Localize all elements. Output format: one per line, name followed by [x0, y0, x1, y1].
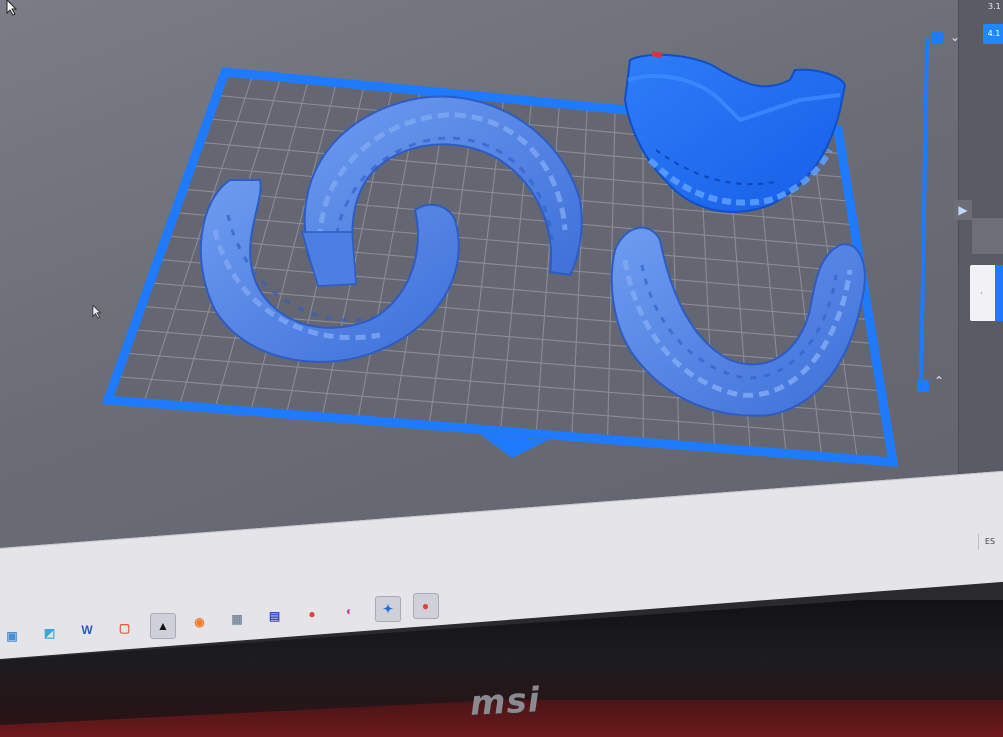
notes-app-icon[interactable]: ◩ [38, 621, 62, 645]
chrome-app-icon-2[interactable]: ● [412, 593, 439, 620]
chevron-up-icon[interactable]: ⌃ [934, 374, 944, 388]
paint-app-icon[interactable]: ◐ [338, 599, 362, 623]
mouse-cursor-icon-2 [92, 305, 102, 319]
layer-slider-top-handle[interactable] [931, 32, 943, 44]
slicer-app-icon[interactable]: ▲ [150, 612, 176, 639]
brand-logo: msi [469, 680, 542, 724]
chrome-app-icon[interactable]: ● [300, 602, 324, 626]
layer-current-value[interactable]: 4.1 [983, 24, 1003, 44]
panel-control[interactable] [972, 218, 1003, 254]
image-viewer-app-icon[interactable]: ▢ [113, 616, 137, 640]
save-app-icon[interactable]: ▤ [263, 604, 287, 628]
play-icon[interactable]: ▶ [954, 200, 972, 220]
calculator-app-icon[interactable]: ▦ [225, 607, 249, 631]
layer-slider-bottom-handle[interactable] [917, 380, 929, 392]
blue-diamond-app-icon[interactable]: ✦ [375, 595, 401, 622]
panel-toggle-strip [995, 265, 1003, 321]
presentation-app-icon[interactable]: ▣ [0, 624, 24, 648]
panel-toggle[interactable]: · [970, 265, 1003, 321]
word-app-icon[interactable]: W [75, 618, 99, 642]
layer-top-value: 3.1 [988, 2, 1001, 11]
camera-app-icon[interactable]: ◉ [188, 610, 212, 634]
mouse-cursor-icon [6, 0, 18, 16]
panel-toggle-mark: · [980, 289, 983, 299]
language-indicator[interactable]: ES [978, 534, 1001, 550]
